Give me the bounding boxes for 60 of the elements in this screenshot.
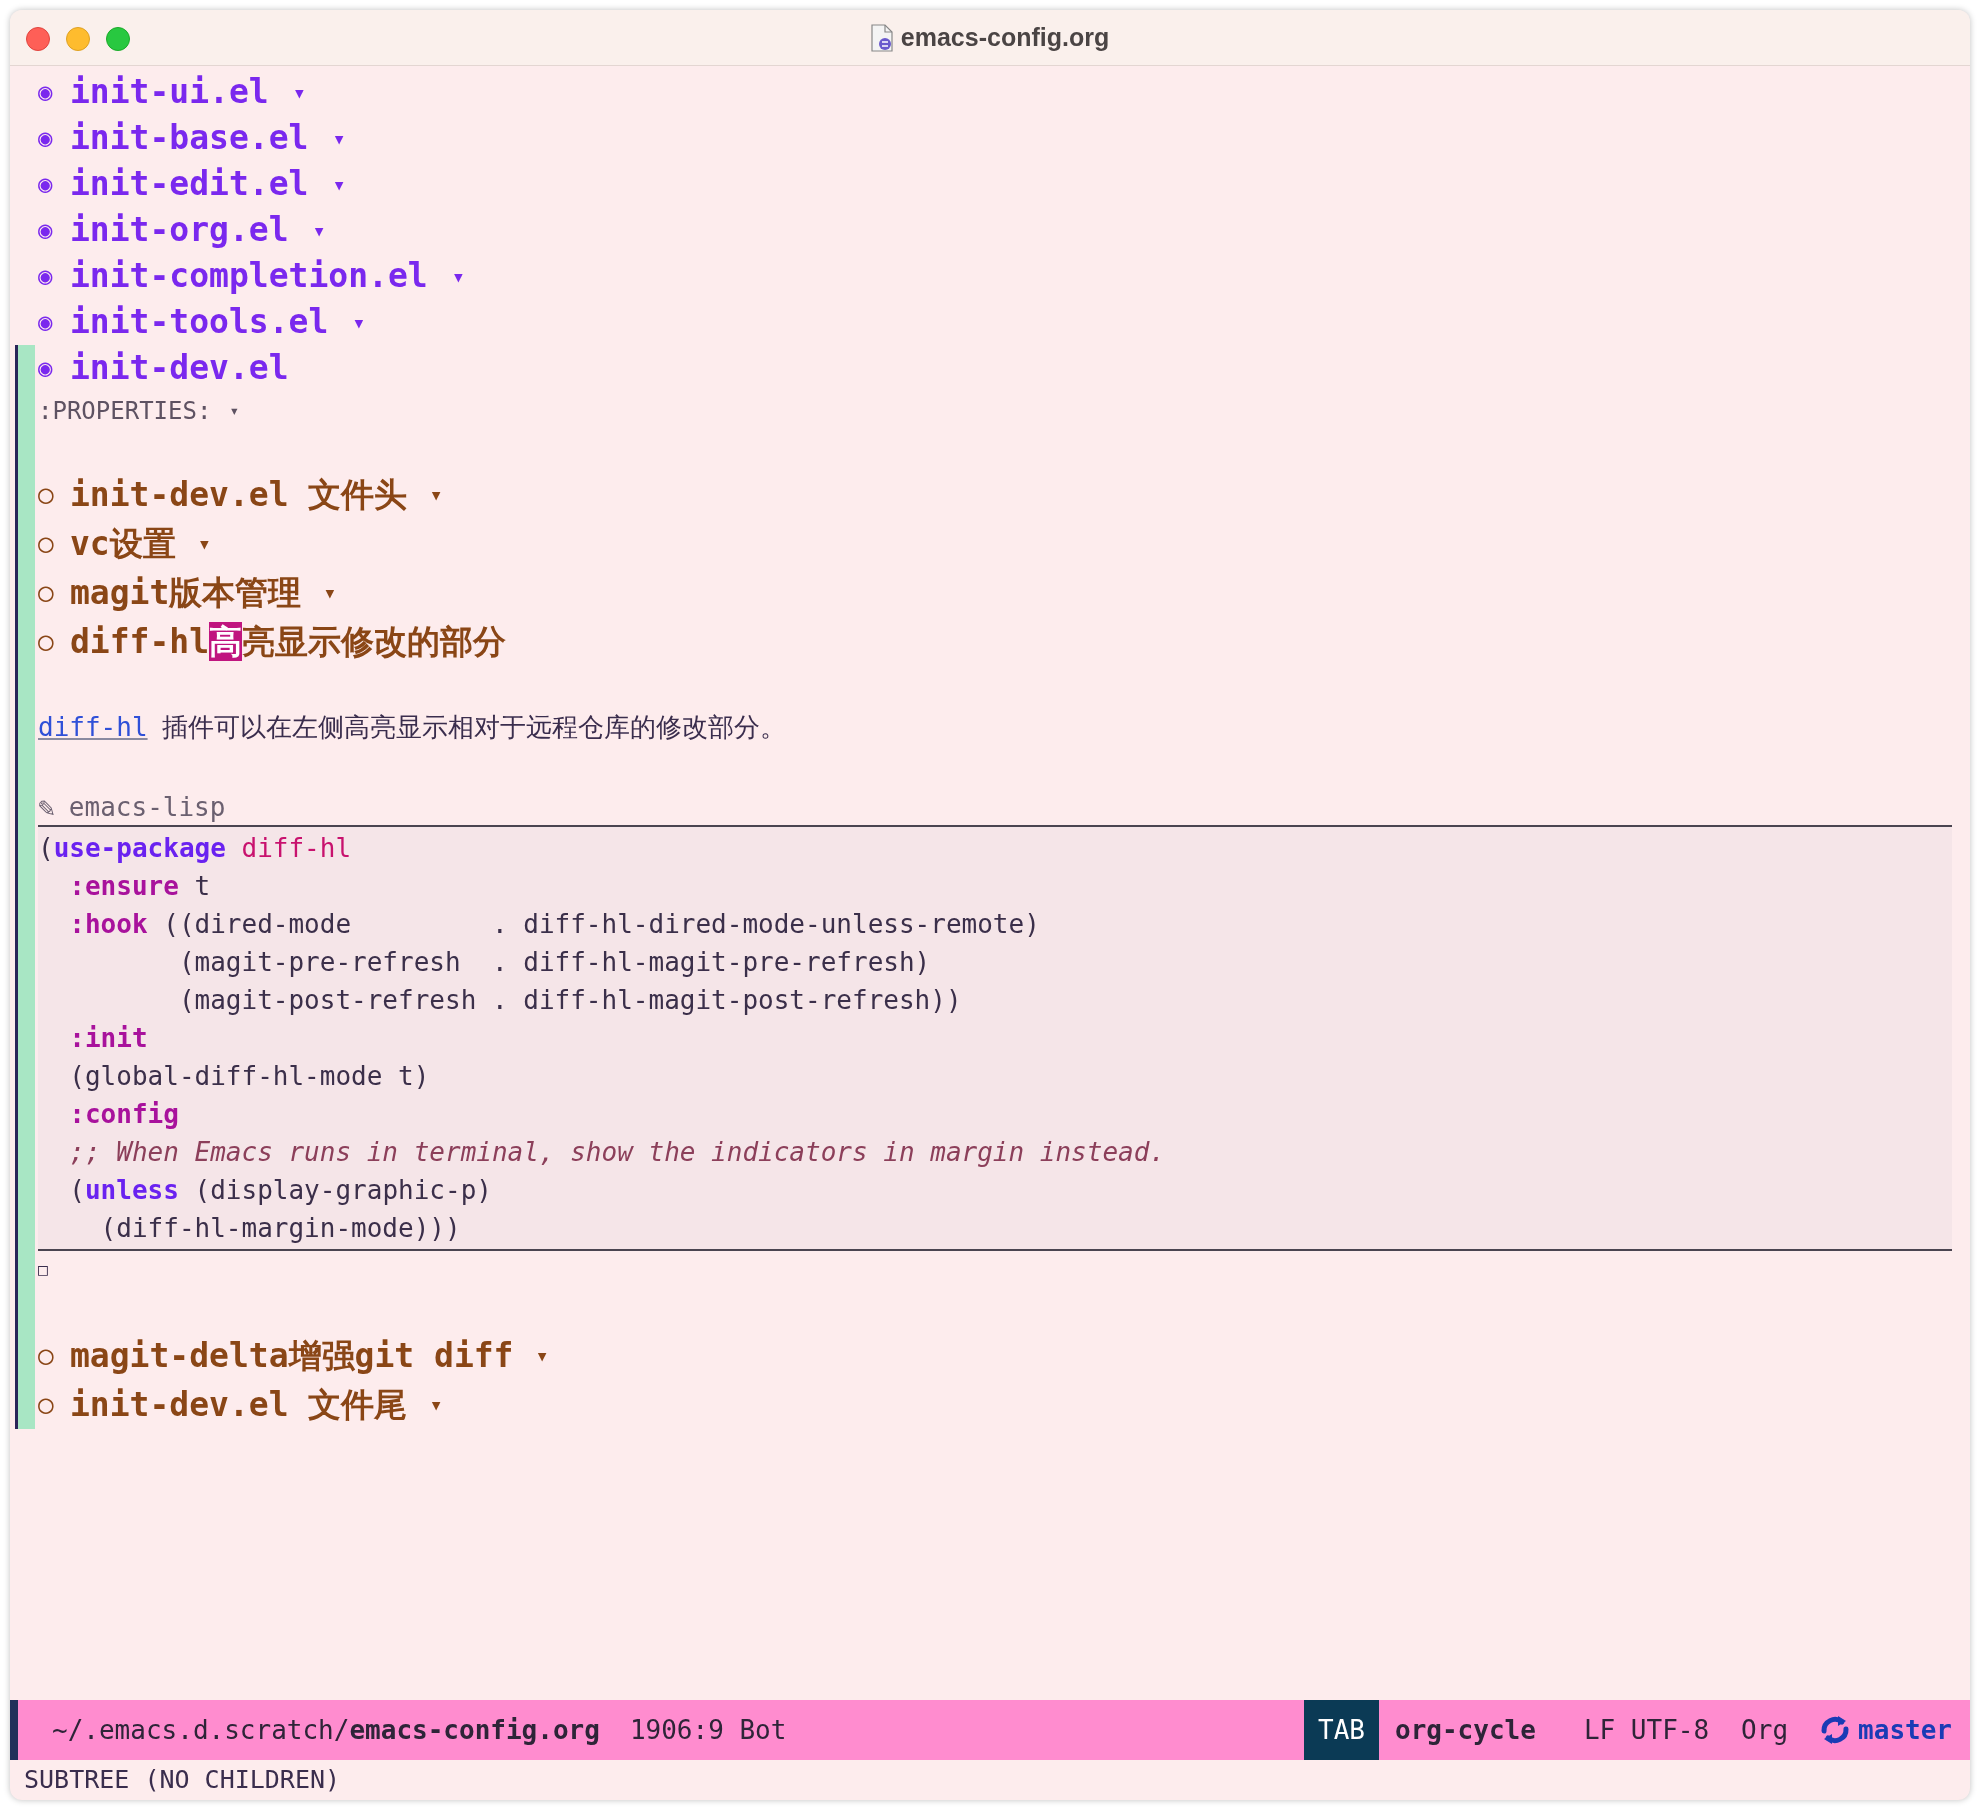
heading-bullet: ◉ <box>38 169 54 200</box>
heading-title[interactable]: init-dev.el 文件尾 <box>70 1379 408 1430</box>
code-line: (magit-post-refresh . diff-hl-magit-post-refresh)) <box>177 983 963 1017</box>
paragraph-text: 插件可以在左侧高亮显示相对于远程仓库的修改部分。 <box>161 710 786 744</box>
fold-marker[interactable]: ▾ <box>332 167 346 201</box>
file-path: ~/.emacs.d.scratch/emacs-config.org <box>52 1713 600 1747</box>
fold-marker[interactable]: ▾ <box>451 259 465 293</box>
minimize-button[interactable] <box>66 27 90 51</box>
heading-bullet: ○ <box>38 478 55 511</box>
fold-marker[interactable]: ▾ <box>429 478 443 511</box>
heading-title[interactable]: vc设置 <box>70 518 176 569</box>
fold-marker[interactable]: ▾ <box>323 576 337 609</box>
code-line: (magit-pre-refresh . diff-hl-magit-pre-refresh) <box>177 945 932 979</box>
zoom-button[interactable] <box>106 27 130 51</box>
heading-bullet: ○ <box>38 527 55 560</box>
document-icon <box>870 23 893 52</box>
key-indicator: TAB <box>1304 1700 1379 1760</box>
code-line: ;; When Emacs runs in terminal, show the indicators in margin instead. <box>68 1135 1167 1169</box>
heading-bullet: ○ <box>38 1339 55 1372</box>
code-line: (unless (display-graphic-p) <box>68 1173 493 1207</box>
fold-marker[interactable]: ▾ <box>197 527 211 560</box>
heading-bullet: ◉ <box>38 77 54 108</box>
fold-marker[interactable]: ▾ <box>429 1388 443 1421</box>
major-mode: Org <box>1741 1713 1789 1747</box>
fold-marker[interactable]: ▾ <box>229 398 240 423</box>
heading-bullet: ◉ <box>38 307 54 338</box>
heading-bullet: ◉ <box>38 353 54 384</box>
fold-marker[interactable]: ▾ <box>292 75 306 109</box>
heading-bullet: ○ <box>38 576 55 609</box>
link[interactable]: diff-hl <box>38 707 148 747</box>
pencil-icon: ✎ <box>38 786 55 829</box>
heading-title[interactable]: init-dev.el 文件头 <box>70 469 408 520</box>
close-button[interactable] <box>26 27 50 51</box>
code-line: (global-diff-hl-mode t) <box>68 1059 431 1093</box>
properties-drawer[interactable]: :PROPERTIES: <box>38 392 212 429</box>
command-name: org-cycle <box>1395 1713 1536 1747</box>
cursor-position: 1906:9 Bot <box>629 1713 787 1747</box>
heading-bullet: ◉ <box>38 123 54 154</box>
fold-marker[interactable]: ▾ <box>312 213 326 247</box>
block-language: emacs-lisp <box>68 791 226 824</box>
code-line: (diff-hl-margin-mode))) <box>99 1211 462 1245</box>
window-title: emacs-config.org <box>900 21 1110 53</box>
code-line: :init <box>68 1021 149 1055</box>
code-line: :config <box>68 1097 180 1131</box>
code-line: (use-package diff-hl <box>38 831 353 865</box>
whitespace-mark: □ <box>38 1258 48 1281</box>
fold-marker[interactable]: ▾ <box>535 1339 549 1372</box>
heading-bullet: ○ <box>38 1388 55 1421</box>
echo-area-message: SUBTREE (NO CHILDREN) <box>24 1764 341 1797</box>
heading-bullet: ◉ <box>38 215 54 246</box>
heading-title[interactable]: magit-delta增强git diff <box>70 1330 514 1381</box>
code-line: :hook ((dired-mode . diff-hl-dired-mode-unless-remote) <box>68 907 1041 941</box>
fold-marker[interactable]: ▾ <box>352 305 366 339</box>
heading-bullet: ○ <box>38 625 55 658</box>
heading-bullet: ◉ <box>38 261 54 292</box>
git-branch: master <box>1858 1713 1952 1747</box>
encoding: LF UTF-8 <box>1583 1713 1710 1747</box>
heading-title[interactable]: magit版本管理 <box>70 567 302 618</box>
code-line: :ensure t <box>68 869 212 903</box>
fold-marker[interactable]: ▾ <box>332 121 346 155</box>
